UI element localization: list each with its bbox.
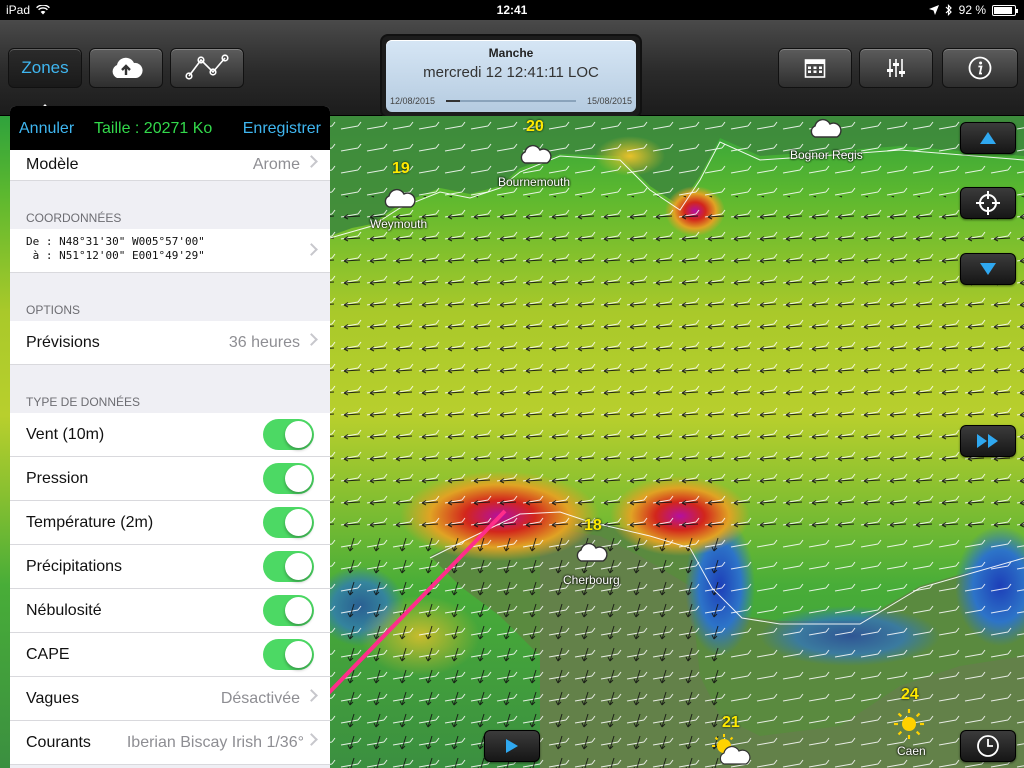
cloud-icon [520, 144, 552, 164]
time-selector[interactable]: Manche mercredi 12 12:41:11 LOC 12/08/20… [380, 34, 642, 118]
play-icon [506, 739, 518, 753]
cloud-upload-button[interactable] [89, 48, 163, 88]
toggle-label: Pression [26, 469, 89, 487]
toggle-row-wind: Vent (10m) [10, 413, 330, 457]
info-icon [968, 56, 992, 80]
section-data-types: TYPE DE DONNÉES [26, 395, 141, 409]
toggle-row-temperature: Température (2m) [10, 501, 330, 545]
bluetooth-icon [945, 4, 952, 16]
toggle-row-cloud-cover: Nébulosité [10, 589, 330, 633]
toggle-label: Nébulosité [26, 601, 102, 619]
coordinates-row[interactable]: De : N48°31'30" W005°57'00" à : N51°12'0… [10, 229, 330, 273]
coords-from: De : N48°31'30" W005°57'00" [26, 235, 205, 248]
zones-button[interactable]: Zones [8, 48, 82, 88]
info-button[interactable] [942, 48, 1018, 88]
toggle-label: Température (2m) [26, 513, 154, 531]
sliders-icon [887, 59, 905, 77]
chevron-right-icon [305, 689, 318, 702]
scroll-down-button[interactable] [960, 253, 1016, 285]
calendar-button[interactable] [778, 48, 852, 88]
cloud-cover-switch[interactable] [263, 595, 314, 626]
play-button[interactable] [484, 730, 540, 762]
temp-cherbourg: 18 [584, 517, 602, 534]
temperature-switch[interactable] [263, 507, 314, 538]
section-coordinates: COORDONNÉES [26, 211, 122, 225]
start-date: 12/08/2015 [390, 96, 436, 106]
history-button[interactable] [960, 730, 1016, 762]
battery-icon [992, 4, 1018, 16]
scroll-up-button[interactable] [960, 122, 1016, 154]
sun-icon [894, 709, 924, 739]
crosshair-icon [976, 191, 1000, 215]
cloud-icon [810, 118, 842, 138]
forecast-label: Prévisions [26, 333, 100, 351]
forecast-value: 36 heures [228, 333, 300, 351]
zone-name: Manche [488, 46, 534, 60]
locate-button[interactable] [960, 187, 1016, 219]
waves-label: Vagues [26, 689, 80, 707]
temp-bournemouth: 20 [526, 118, 544, 135]
clock: 12:41 [496, 3, 528, 17]
save-button[interactable]: Enregistrer [243, 120, 321, 138]
toggle-row-cape: CAPE [10, 633, 330, 677]
status-bar: iPad 12:41 92 % [0, 0, 1024, 20]
city-weymouth[interactable]: Weymouth [370, 217, 427, 231]
chevron-right-icon [305, 733, 318, 746]
route-icon [185, 54, 229, 80]
current-datetime: mercredi 12 12:41:11 LOC [423, 64, 599, 81]
cape-switch[interactable] [263, 639, 314, 670]
toggle-label: Vent (10m) [26, 425, 105, 443]
calendar-icon [804, 59, 826, 78]
coords-to: à : N51°12'00" E001°49'29" [26, 249, 205, 262]
time-slider[interactable] [446, 100, 576, 102]
city-bognor-regis[interactable]: Bognor Regis [790, 148, 863, 162]
cancel-button[interactable]: Annuler [19, 120, 74, 138]
wind-switch[interactable] [263, 419, 314, 450]
triangle-up-icon [980, 132, 996, 144]
pressure-switch[interactable] [263, 463, 314, 494]
triangle-down-icon [980, 263, 996, 275]
model-row[interactable]: Modèle Arome [10, 150, 330, 181]
chevron-right-icon [305, 333, 318, 346]
clock-icon [977, 735, 999, 757]
city-cherbourg[interactable]: Cherbourg [563, 573, 620, 587]
forecast-row[interactable]: Prévisions 36 heures [10, 321, 330, 365]
temp-weymouth: 19 [392, 160, 410, 177]
location-icon [928, 5, 939, 15]
waves-row[interactable]: Vagues Désactivée [10, 677, 330, 721]
partly-sunny-icon [712, 734, 751, 765]
download-size: Taille : 20271 Ko [94, 120, 213, 137]
model-value: Arome [252, 156, 300, 173]
model-label: Modèle [26, 156, 79, 173]
end-date: 15/08/2015 [586, 96, 632, 106]
cloud-icon [576, 542, 608, 562]
waves-value: Désactivée [220, 689, 300, 707]
fast-forward-icon [977, 434, 998, 448]
chevron-right-icon [305, 155, 318, 168]
zones-popover: Annuler Taille : 20271 Ko Enregistrer Mo… [10, 106, 330, 768]
cloud-icon [384, 188, 416, 208]
toggle-row-precipitation: Précipitations [10, 545, 330, 589]
toggle-label: CAPE [26, 645, 70, 663]
currents-row[interactable]: Courants Iberian Biscay Irish 1/36° [10, 721, 330, 765]
settings-button[interactable] [859, 48, 933, 88]
toggle-label: Précipitations [26, 557, 123, 575]
section-options: OPTIONS [26, 303, 81, 317]
time-slider-thumb[interactable] [446, 100, 460, 102]
battery-percent: 92 % [958, 3, 986, 17]
route-button[interactable] [170, 48, 244, 88]
popover-header: Annuler Taille : 20271 Ko Enregistrer [10, 106, 330, 150]
currents-value: Iberian Biscay Irish 1/36° [126, 733, 304, 751]
precipitation-switch[interactable] [263, 551, 314, 582]
cloud-upload-icon [112, 57, 143, 78]
temp-extra: 21 [722, 714, 740, 731]
city-caen[interactable]: Caen [897, 744, 926, 758]
temp-caen: 24 [901, 686, 919, 703]
fast-forward-button[interactable] [960, 425, 1016, 457]
toolbar: Zones Manche mercredi 12 12:41:11 LOC 12… [0, 20, 1024, 118]
currents-label: Courants [26, 733, 91, 751]
toggle-row-pressure: Pression [10, 457, 330, 501]
city-bournemouth[interactable]: Bournemouth [498, 175, 570, 189]
